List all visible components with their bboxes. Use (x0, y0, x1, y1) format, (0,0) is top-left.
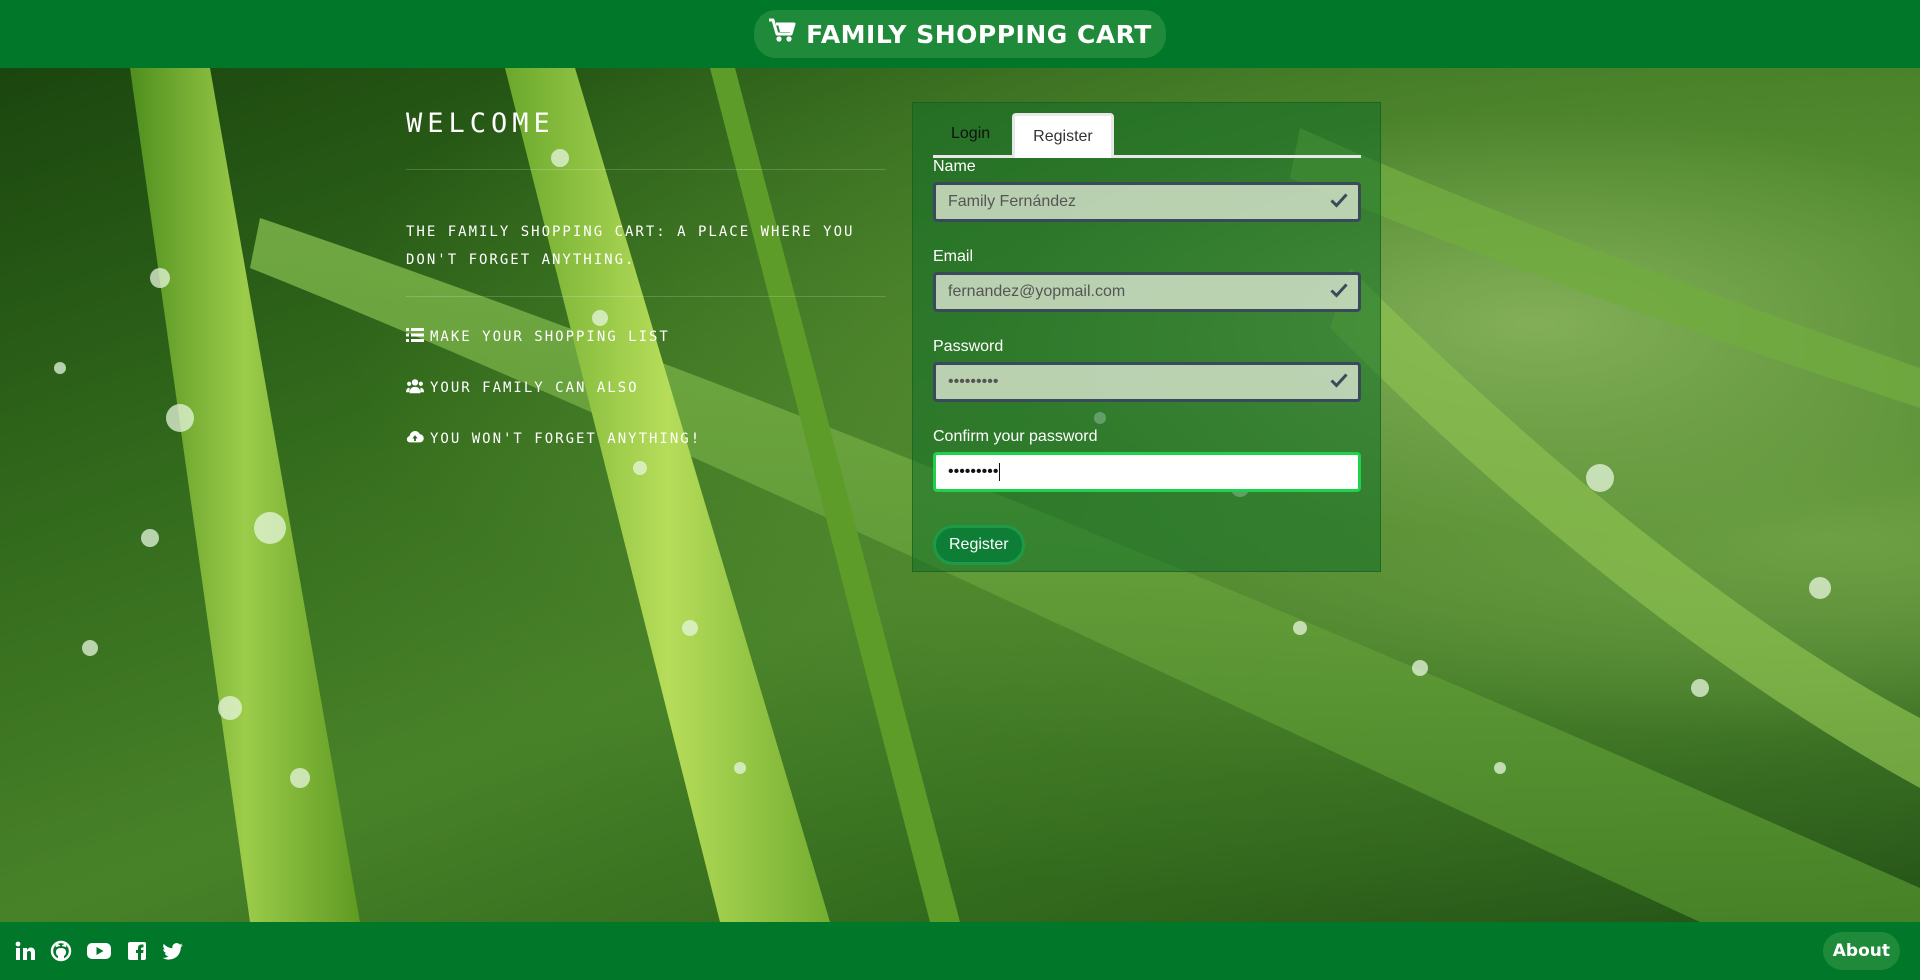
brand-title: FAMILY SHOPPING CART (806, 19, 1152, 49)
feature-label: Make your shopping list (430, 329, 670, 345)
confirm-password-field-group: Confirm your password ••••••••• (933, 428, 1361, 492)
name-input[interactable]: Family Fernández (933, 182, 1361, 222)
welcome-title: WELCOME (406, 108, 886, 170)
password-label: Password (933, 338, 1004, 355)
feature-list: Make your shopping list Your family can … (406, 327, 906, 449)
facebook-icon[interactable] (126, 940, 148, 962)
cart-icon (768, 18, 796, 50)
feature-item: You won't forget anything! (406, 429, 906, 449)
linkedin-icon[interactable] (14, 940, 36, 962)
welcome-description: The family shopping cart: a place where … (406, 218, 886, 297)
password-value: ••••••••• (948, 373, 999, 390)
welcome-panel: WELCOME The family shopping cart: a plac… (406, 108, 906, 449)
youtube-icon[interactable] (86, 940, 112, 962)
footer: About (0, 922, 1920, 980)
auth-tabs: Login Register (933, 108, 1361, 158)
confirm-password-value: ••••••••• (948, 462, 1001, 481)
check-icon (1330, 192, 1348, 213)
check-icon (1330, 372, 1348, 393)
password-field-group: Password ••••••••• (933, 338, 1361, 402)
twitter-icon[interactable] (162, 940, 184, 962)
github-icon[interactable] (50, 940, 72, 962)
email-field-group: Email fernandez@yopmail.com (933, 248, 1361, 312)
name-value: Family Fernández (948, 193, 1077, 210)
register-button[interactable]: Register (933, 525, 1025, 565)
list-icon (406, 327, 424, 347)
users-icon (406, 378, 424, 398)
cloud-upload-icon (406, 429, 424, 449)
email-input[interactable]: fernandez@yopmail.com (933, 272, 1361, 312)
social-links (14, 940, 184, 962)
password-input[interactable]: ••••••••• (933, 362, 1361, 402)
confirm-password-input[interactable]: ••••••••• (933, 452, 1361, 492)
name-field-group: Name Family Fernández (933, 158, 1361, 222)
email-value: fernandez@yopmail.com (948, 283, 1126, 300)
feature-item: Your family can also (406, 378, 906, 398)
auth-card: Login Register Name Family Fernández Ema… (912, 102, 1381, 572)
feature-item: Make your shopping list (406, 327, 906, 347)
top-navbar: FAMILY SHOPPING CART (0, 0, 1920, 68)
tab-login[interactable]: Login (933, 113, 1008, 155)
tab-register[interactable]: Register (1012, 113, 1114, 158)
email-label: Email (933, 248, 974, 265)
brand-logo-link[interactable]: FAMILY SHOPPING CART (754, 10, 1166, 58)
feature-label: You won't forget anything! (430, 431, 702, 447)
confirm-password-label: Confirm your password (933, 428, 1098, 445)
about-button[interactable]: About (1822, 932, 1900, 970)
check-icon (1330, 282, 1348, 303)
name-label: Name (933, 158, 976, 175)
feature-label: Your family can also (430, 380, 639, 396)
